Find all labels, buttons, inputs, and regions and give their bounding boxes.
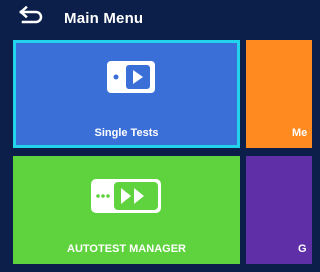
single-tests-tile[interactable]: Single Tests (13, 40, 240, 148)
footer-bar (0, 264, 312, 272)
autotest-manager-tile[interactable]: AUTOTEST MANAGER (13, 156, 240, 264)
header-bar: Main Menu (0, 0, 312, 38)
single-tests-label: Single Tests (94, 127, 159, 139)
page-title: Main Menu (64, 10, 144, 27)
autotest-icon (91, 179, 161, 213)
autotest-manager-label: AUTOTEST MANAGER (67, 243, 186, 255)
general-settings-tile[interactable]: G (246, 156, 312, 264)
single-test-icon (107, 61, 155, 93)
measurements-tile[interactable]: Me (246, 40, 312, 148)
general-settings-label: G (298, 243, 307, 255)
back-arrow-icon[interactable] (18, 6, 44, 28)
measurements-label: Me (292, 127, 308, 139)
